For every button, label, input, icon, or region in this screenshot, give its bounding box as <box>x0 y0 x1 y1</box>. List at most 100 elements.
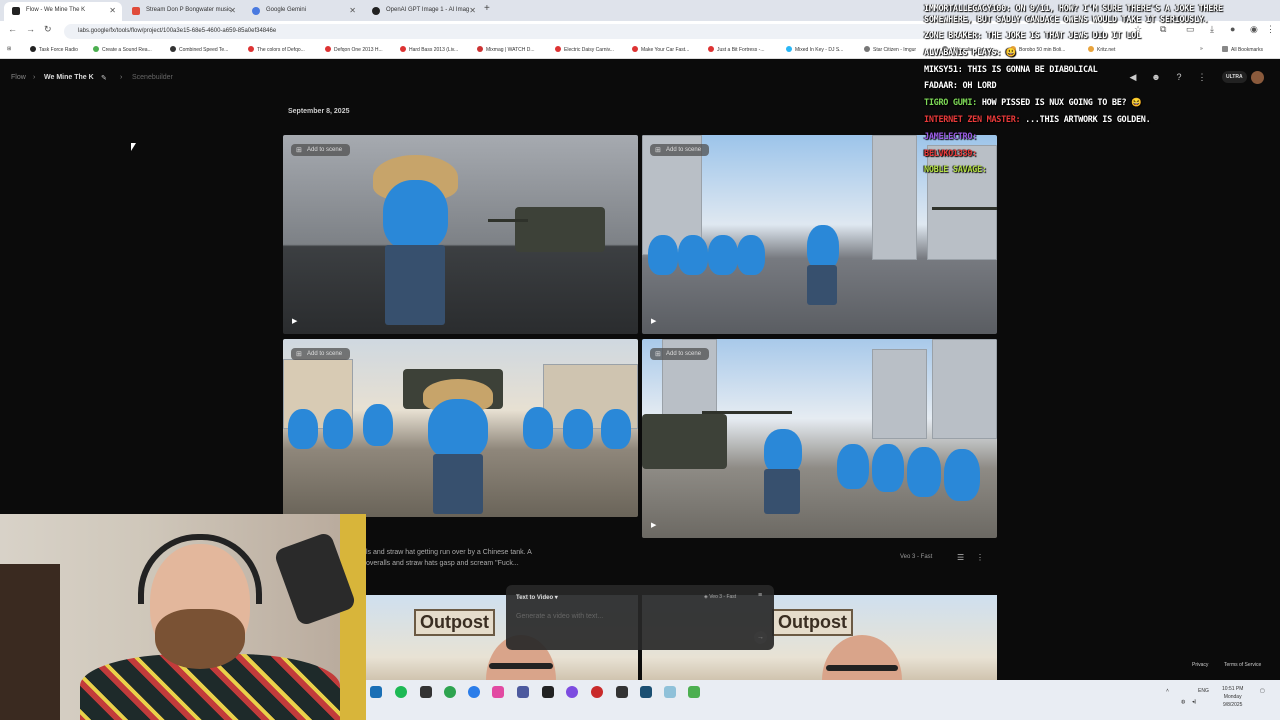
project-title[interactable]: We Mine The K <box>44 74 94 81</box>
webcam-overlay <box>0 514 366 720</box>
steam-icon[interactable] <box>370 686 382 698</box>
tank-barrel <box>702 411 792 414</box>
puppet-figure <box>563 409 593 449</box>
language-indicator[interactable]: ENG <box>1198 688 1209 694</box>
play-icon[interactable]: ▶ <box>651 317 656 325</box>
terms-link[interactable]: Terms of Service <box>1224 662 1261 668</box>
tank-barrel <box>932 207 997 210</box>
mode-selector[interactable]: Text to Video ▾ <box>516 594 558 601</box>
close-icon[interactable]: ✕ <box>109 2 116 19</box>
puppet-figure <box>907 447 941 497</box>
puppet-figure <box>601 409 631 449</box>
app-icon[interactable] <box>640 686 652 698</box>
video-tile[interactable]: Add to scene ▶ <box>642 339 997 538</box>
date-heading: September 8, 2025 <box>288 108 350 115</box>
bookmark[interactable]: Defqon One 2013 H... <box>325 46 383 53</box>
bookmark[interactable]: Mixed In Key - DJ S... <box>786 46 843 53</box>
bookmark[interactable]: Mixmag | WATCH D... <box>477 46 535 53</box>
mouse-cursor <box>131 143 136 151</box>
app-icon[interactable] <box>616 686 628 698</box>
bookmark[interactable]: Electric Daisy Carniv... <box>555 46 614 53</box>
spotify-icon[interactable] <box>395 686 407 698</box>
forward-icon[interactable]: → <box>26 24 35 34</box>
reload-icon[interactable]: ↻ <box>44 24 52 35</box>
openai-icon <box>372 7 380 15</box>
bookmark[interactable]: Create a Sound Rea... <box>93 46 152 53</box>
model-label: Veo 3 - Fast <box>900 554 933 560</box>
chat-message: INTERNET ZEN MASTER: ...THIS ARTWORK IS … <box>924 114 1151 125</box>
bookmark[interactable]: Hard Bass 2013 (Liv... <box>400 46 458 53</box>
flow-icon <box>12 7 20 15</box>
settings-icon[interactable]: ≡ <box>758 592 762 599</box>
close-icon[interactable]: ✕ <box>349 2 356 19</box>
tank <box>642 414 727 469</box>
breadcrumb-scenebuilder[interactable]: Scenebuilder <box>132 74 173 81</box>
apps-icon[interactable]: ⊞ <box>7 46 11 52</box>
puppet-figure <box>323 409 353 449</box>
play-icon[interactable]: ▶ <box>292 317 297 325</box>
prompt-text: ls and straw hat getting run over by a C… <box>366 549 532 567</box>
app-icon[interactable] <box>542 686 554 698</box>
add-to-scene-button[interactable]: Add to scene <box>291 144 351 156</box>
chevron-right-icon: › <box>120 74 123 81</box>
app-icon[interactable] <box>688 686 700 698</box>
edit-icon[interactable]: ✎ <box>101 74 107 82</box>
bookmark[interactable]: Just a Bit Fortress -... <box>708 46 765 53</box>
app-icon[interactable] <box>517 686 529 698</box>
outpost-sign: Outpost <box>414 609 495 636</box>
app-icon[interactable] <box>420 686 432 698</box>
chair <box>0 564 60 720</box>
overalls <box>807 265 837 305</box>
close-icon[interactable]: ✕ <box>229 2 236 19</box>
list-icon[interactable]: ☰ <box>957 553 964 562</box>
puppet-figure <box>708 235 738 275</box>
bookmark[interactable]: The colors of Defqo... <box>248 46 305 53</box>
tab-flow[interactable]: Flow - We Mine The K ✕ <box>4 2 122 21</box>
send-button[interactable]: → <box>754 631 767 644</box>
back-icon[interactable]: ← <box>8 24 17 34</box>
video-tile[interactable]: Add to scene ▶ <box>283 135 638 334</box>
taskbar: ˄ ENG ◍ ◂) 10:51 PM Monday 9/8/2025 ▢ <box>366 680 1280 720</box>
puppet-figure <box>944 449 980 501</box>
bookmark[interactable]: Star Citizen - Imgur <box>864 46 916 53</box>
chrome-icon[interactable] <box>444 686 456 698</box>
tab-openai[interactable]: OpenAI GPT Image 1 - AI Imag ✕ <box>364 2 482 21</box>
chevron-right-icon: › <box>33 74 36 81</box>
app-icon[interactable] <box>591 686 603 698</box>
app-icon[interactable] <box>664 686 676 698</box>
model-selector[interactable]: ◈ Veo 3 - Fast <box>704 594 736 600</box>
prompt-input[interactable]: Generate a video with text... <box>516 613 603 620</box>
gemini-icon <box>252 7 260 15</box>
puppet-figure <box>383 180 448 250</box>
new-tab-button[interactable]: + <box>484 3 490 14</box>
close-icon[interactable]: ✕ <box>469 2 476 19</box>
app-icon[interactable] <box>492 686 504 698</box>
tab-stream[interactable]: Stream Don P Bongwater music ✕ <box>124 2 242 21</box>
browser-icon[interactable] <box>468 686 480 698</box>
add-to-scene-button[interactable]: Add to scene <box>650 144 710 156</box>
puppet-figure <box>428 399 488 459</box>
notification-icon[interactable]: ▢ <box>1260 688 1265 694</box>
obs-icon[interactable] <box>566 686 578 698</box>
privacy-link[interactable]: Privacy <box>1192 662 1208 668</box>
puppet-figure <box>523 407 553 449</box>
wifi-icon[interactable]: ◍ <box>1181 699 1185 705</box>
chat-message: ZONE BRAKER: THE JOKE IS THAT JEWS DID I… <box>924 31 1141 41</box>
bookmark[interactable]: Make Your Car Fast... <box>632 46 689 53</box>
play-icon[interactable]: ▶ <box>651 521 656 529</box>
bookmark[interactable]: Task Force Radio <box>30 46 78 53</box>
chat-message: ALVABANIS PLAYS: 😃 <box>924 47 1017 58</box>
tray-chevron-icon[interactable]: ˄ <box>1166 688 1169 694</box>
chat-message: JAMELECTRO: <box>924 131 977 142</box>
tab-gemini[interactable]: Google Gemini ✕ <box>244 2 362 21</box>
video-tile[interactable] <box>283 339 638 517</box>
breadcrumb-root[interactable]: Flow <box>11 74 26 81</box>
system-clock[interactable]: 10:51 PM Monday 9/8/2025 <box>1222 685 1243 709</box>
bookmark[interactable]: Combined Speed Te... <box>170 46 228 53</box>
more-icon[interactable]: ⋮ <box>976 553 984 562</box>
add-to-scene-button[interactable]: Add to scene <box>650 348 710 360</box>
speaker-icon[interactable]: ◂) <box>1192 699 1196 705</box>
puppet-figure <box>737 235 765 275</box>
puppet-figure <box>837 444 869 489</box>
add-to-scene-button[interactable]: Add to scene <box>291 348 351 360</box>
